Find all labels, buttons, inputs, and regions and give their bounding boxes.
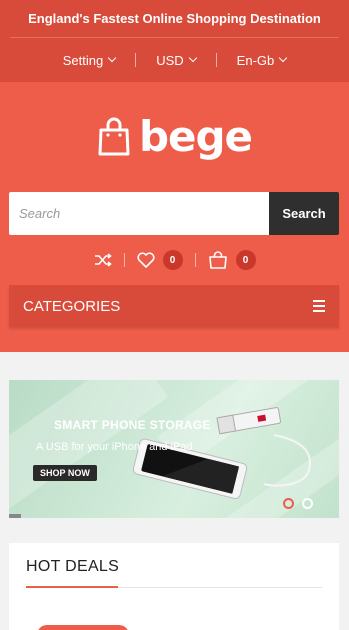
header: bege Search 0 — [0, 82, 349, 352]
slider-dot-2[interactable] — [302, 498, 313, 509]
tagline: England's Fastest Online Shopping Destin… — [10, 0, 339, 38]
settings-bar: Setting USD En-Gb — [0, 38, 349, 82]
top-bar: England's Fastest Online Shopping Destin… — [0, 0, 349, 82]
currency-dropdown[interactable]: USD — [136, 53, 215, 68]
banner-subtitle: A USB for your iPhone and iPad — [36, 441, 193, 453]
hero-banner[interactable]: SMART PHONE STORAGE A USB for your iPhon… — [9, 380, 339, 518]
search-input[interactable] — [9, 192, 269, 235]
hot-deals-title: HOT DEALS — [26, 558, 120, 575]
shopping-bag-icon — [208, 251, 227, 269]
compare-button[interactable] — [82, 252, 124, 268]
banner-corner-mark — [9, 514, 21, 518]
cart-button[interactable]: 0 — [196, 250, 268, 270]
logo-text: bege — [138, 112, 253, 161]
slider-dot-1[interactable] — [283, 498, 294, 509]
language-label: En-Gb — [236, 52, 275, 68]
language-dropdown[interactable]: En-Gb — [217, 53, 307, 68]
wishlist-count-badge: 0 — [162, 250, 183, 270]
hot-deal-item-peek — [37, 625, 129, 630]
page: England's Fastest Online Shopping Destin… — [0, 0, 349, 630]
currency-label: USD — [156, 52, 184, 68]
cart-count-badge: 0 — [235, 250, 256, 270]
wishlist-button[interactable]: 0 — [125, 250, 195, 270]
setting-label: Setting — [62, 52, 104, 68]
chevron-down-icon — [188, 53, 197, 63]
title-underline — [26, 586, 118, 588]
chevron-down-icon — [279, 53, 288, 63]
chevron-down-icon — [107, 53, 117, 63]
hot-deals-section: HOT DEALS — [9, 543, 339, 630]
search-bar: Search — [9, 192, 339, 235]
search-button[interactable]: Search — [269, 192, 339, 235]
categories-label: CATEGORIES — [23, 297, 121, 315]
shuffle-icon — [94, 253, 112, 267]
menu-icon — [313, 300, 325, 312]
header-icons: 0 0 — [0, 247, 349, 273]
heart-icon — [136, 252, 155, 268]
slider-dots — [283, 498, 313, 509]
shopping-bag-icon — [98, 117, 130, 155]
banner-title: SMART PHONE STORAGE — [54, 418, 211, 432]
shop-now-button[interactable]: SHOP NOW — [33, 465, 97, 481]
logo[interactable]: bege — [0, 112, 349, 161]
setting-dropdown[interactable]: Setting — [43, 53, 135, 68]
categories-toggle[interactable]: CATEGORIES — [9, 285, 339, 327]
